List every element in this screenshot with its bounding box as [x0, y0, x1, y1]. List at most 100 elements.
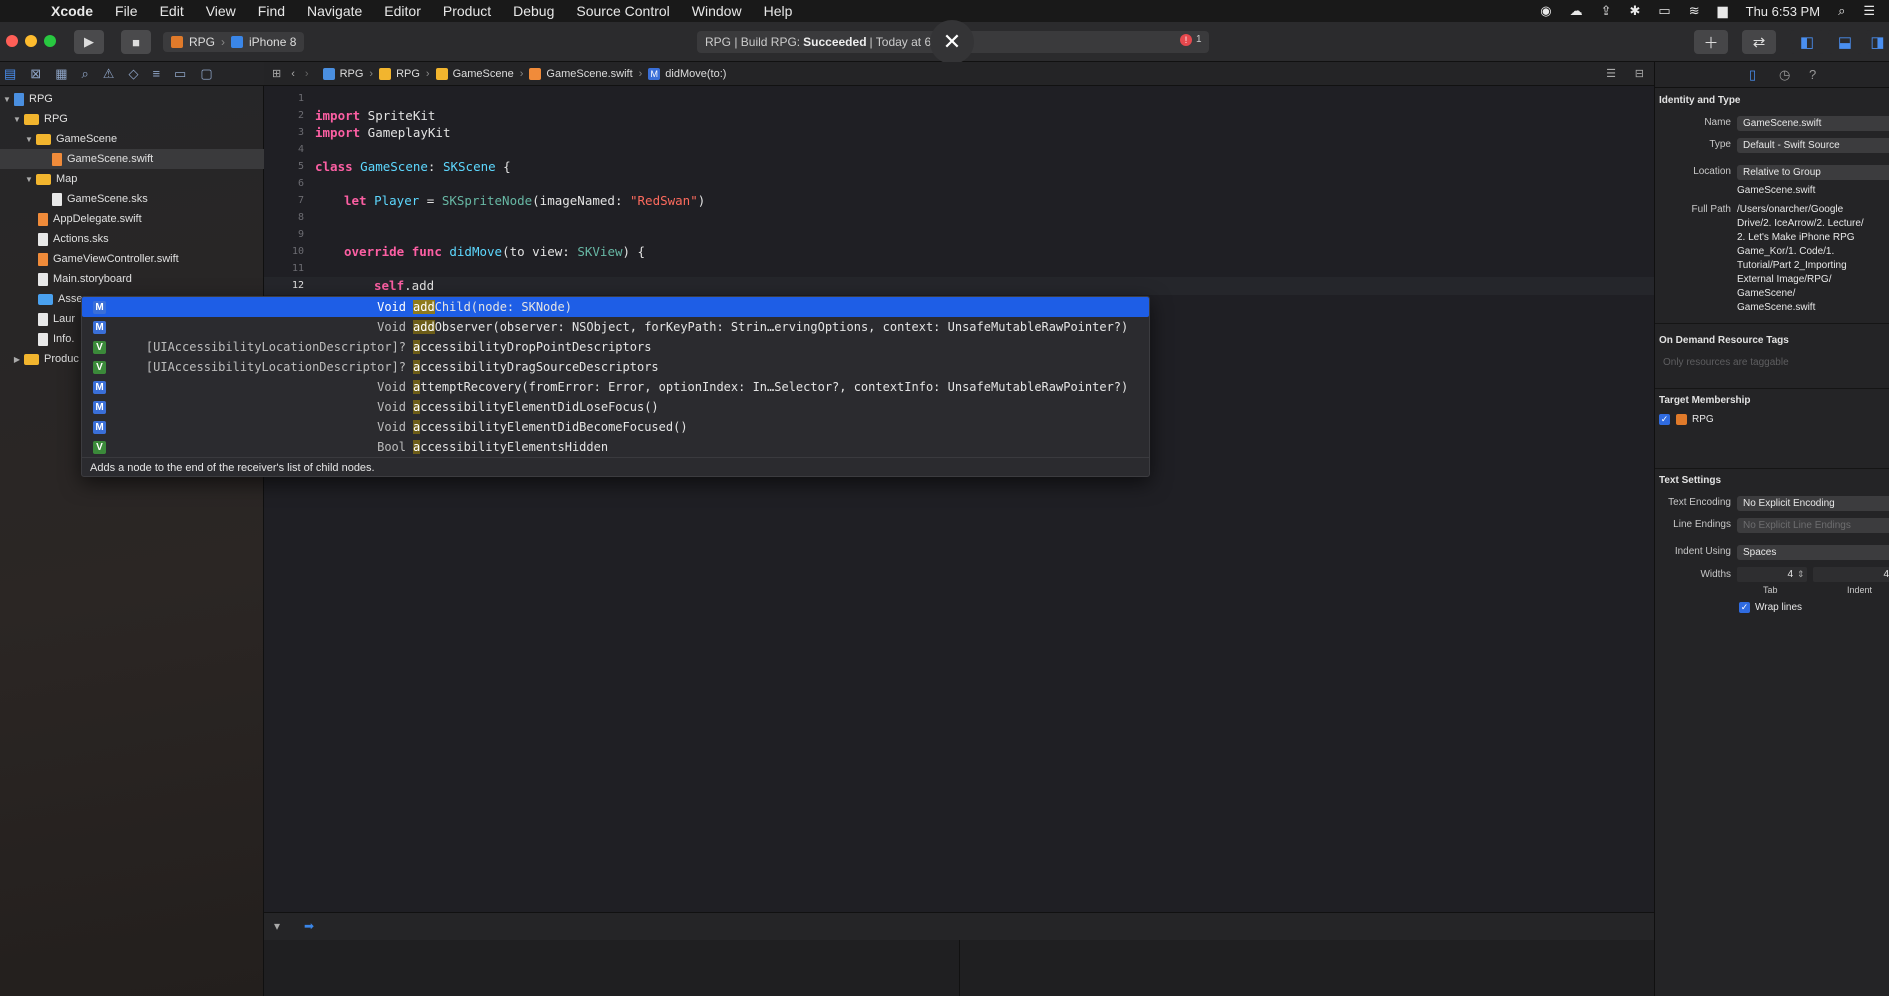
source-control-navigator-icon[interactable]: ⊠	[30, 66, 41, 82]
menu-edit[interactable]: Edit	[149, 3, 195, 19]
back-arrow-icon[interactable]: ‹	[291, 68, 295, 80]
nav-row-actions-sks[interactable]: Actions.sks	[0, 229, 264, 249]
spotlight-search-icon[interactable]: ⌕	[1838, 3, 1845, 19]
completion-item[interactable]: V [UIAccessibilityLocationDescriptor]? a…	[82, 357, 1149, 377]
nav-row-gameviewcontroller[interactable]: GameViewController.swift	[0, 249, 264, 269]
completion-item[interactable]: V Bool accessibilityElementsHidden	[82, 437, 1149, 457]
related-items-icon[interactable]: ⊞	[272, 67, 281, 80]
code-keyword: import	[315, 125, 361, 140]
disclosure-open-icon[interactable]: ▼	[24, 135, 34, 144]
stop-button[interactable]: ■	[121, 30, 151, 54]
zoom-window-button[interactable]	[44, 35, 56, 47]
nav-row-main-storyboard[interactable]: Main.storyboard	[0, 269, 264, 289]
nav-row-folder-rpg[interactable]: ▼ RPG	[0, 109, 264, 129]
menu-view[interactable]: View	[195, 3, 247, 19]
nav-row-appdelegate[interactable]: AppDelegate.swift	[0, 209, 264, 229]
indent-width-field[interactable]: 4	[1813, 567, 1889, 582]
disclosure-open-icon[interactable]: ▼	[24, 175, 34, 184]
breadcrumb-folder-gamescene[interactable]: GameScene	[435, 67, 514, 80]
tags-placeholder[interactable]: Only resources are taggable	[1663, 357, 1789, 368]
nav-row-folder-gamescene[interactable]: ▼ GameScene	[0, 129, 264, 149]
target-rpg-checkbox[interactable]: ✓	[1659, 414, 1670, 425]
close-window-button[interactable]	[6, 35, 18, 47]
disclosure-open-icon[interactable]: ▼	[12, 115, 22, 124]
notification-center-icon[interactable]: ☰	[1863, 3, 1875, 19]
toggle-debug-area-button[interactable]: ⬓	[1828, 30, 1862, 54]
completion-item[interactable]: M Void addChild(node: SKNode)	[82, 297, 1149, 317]
toggle-inspector-button[interactable]: ◨	[1866, 30, 1889, 54]
menu-file[interactable]: File	[104, 3, 149, 19]
breakpoints-toggle-icon[interactable]: ➡	[304, 919, 314, 933]
completion-item[interactable]: M Void attemptRecovery(fromError: Error,…	[82, 377, 1149, 397]
stepper-icon[interactable]: ⇕	[1797, 569, 1805, 580]
nav-row-folder-map[interactable]: ▼ Map	[0, 169, 264, 189]
code-keyword: func	[404, 244, 442, 259]
menu-source-control[interactable]: Source Control	[565, 3, 680, 19]
toggle-navigator-button[interactable]: ◧	[1790, 30, 1824, 54]
editor-options-icon[interactable]: ☰	[1606, 67, 1616, 80]
flag-icon[interactable]: ▆	[1718, 3, 1728, 19]
project-navigator-icon[interactable]: ▤	[4, 66, 16, 82]
quick-help-icon[interactable]: ?	[1809, 67, 1816, 82]
nav-row-gamescene-swift[interactable]: GameScene.swift	[0, 149, 264, 169]
file-type-popup[interactable]: Default - Swift Source	[1737, 138, 1889, 153]
completion-item[interactable]: M Void addObserver(observer: NSObject, f…	[82, 317, 1149, 337]
bluetooth-icon[interactable]: ✱	[1630, 3, 1641, 19]
minimize-window-button[interactable]	[25, 35, 37, 47]
symbol-navigator-icon[interactable]: ▦	[55, 66, 67, 82]
find-navigator-icon[interactable]: ⌕	[82, 66, 89, 82]
run-button[interactable]: ▶	[74, 30, 104, 54]
wrap-lines-checkbox[interactable]: ✓	[1739, 602, 1750, 613]
menu-find[interactable]: Find	[247, 3, 296, 19]
library-button[interactable]: ＋	[1694, 30, 1728, 54]
source-editor[interactable]: 1 2 3 4 5 6 7 8 9 10 11 12 import Sprite…	[264, 86, 1654, 912]
disclosure-closed-icon[interactable]: ▶	[12, 355, 22, 364]
completion-item[interactable]: M Void accessibilityElementDidBecomeFocu…	[82, 417, 1149, 437]
completion-item[interactable]: M Void accessibilityElementDidLoseFocus(…	[82, 397, 1149, 417]
airplay-icon[interactable]: ▭	[1658, 3, 1670, 19]
nav-row-project[interactable]: ▼ RPG	[0, 89, 264, 109]
indent-using-popup[interactable]: Spaces	[1737, 545, 1889, 560]
line-endings-popup[interactable]: No Explicit Line Endings	[1737, 518, 1889, 533]
menu-navigate[interactable]: Navigate	[296, 3, 373, 19]
disclosure-open-icon[interactable]: ▼	[2, 95, 12, 104]
code-line: let Player = SKSpriteNode(imageNamed: "R…	[344, 193, 705, 208]
menu-debug[interactable]: Debug	[502, 3, 565, 19]
menu-help[interactable]: Help	[753, 3, 804, 19]
menu-editor[interactable]: Editor	[373, 3, 432, 19]
nav-row-gamescene-sks[interactable]: GameScene.sks	[0, 189, 264, 209]
file-inspector-icon[interactable]: ▯	[1749, 67, 1756, 83]
cloud-upload-icon[interactable]: ⇪	[1601, 3, 1612, 19]
line-number: 8	[297, 212, 304, 223]
forward-arrow-icon[interactable]: ›	[305, 68, 309, 80]
breadcrumb-method[interactable]: MdidMove(to:)	[648, 67, 726, 80]
breadcrumb-file[interactable]: GameScene.swift	[529, 67, 633, 80]
name-field[interactable]: GameScene.swift	[1737, 116, 1889, 131]
scheme-selector[interactable]: RPG › iPhone 8	[163, 32, 305, 52]
breakpoint-navigator-icon[interactable]: ▭	[174, 66, 186, 82]
debug-navigator-icon[interactable]: ≡	[152, 66, 160, 81]
cloud-sync-icon[interactable]: ☁	[1570, 3, 1583, 19]
menu-window[interactable]: Window	[681, 3, 753, 19]
breadcrumb-folder-rpg[interactable]: RPG	[379, 67, 420, 80]
menu-product[interactable]: Product	[432, 3, 502, 19]
completion-item[interactable]: V [UIAccessibilityLocationDescriptor]? a…	[82, 337, 1149, 357]
hide-debug-area-icon[interactable]: ▾	[274, 919, 280, 933]
clock-label[interactable]: Thu 6:53 PM	[1746, 4, 1820, 19]
record-icon[interactable]: ◉	[1540, 3, 1551, 19]
code-review-button[interactable]: ⇄	[1742, 30, 1776, 54]
issue-navigator-icon[interactable]: ⚠	[103, 66, 115, 82]
report-navigator-icon[interactable]: ▢	[200, 66, 212, 82]
breadcrumb-project[interactable]: RPG	[322, 67, 363, 80]
add-editor-icon[interactable]: ⊟	[1635, 67, 1644, 80]
history-inspector-icon[interactable]: ◷	[1779, 67, 1790, 83]
close-overlay-button[interactable]: ✕	[930, 20, 974, 64]
wifi-icon[interactable]: ≋	[1689, 3, 1700, 19]
debug-split-divider[interactable]	[959, 940, 960, 996]
menu-xcode[interactable]: Xcode	[40, 3, 104, 19]
text-encoding-popup[interactable]: No Explicit Encoding	[1737, 496, 1889, 511]
error-badge-icon[interactable]: !	[1180, 34, 1192, 46]
error-count[interactable]: 1	[1196, 34, 1202, 45]
location-popup[interactable]: Relative to Group	[1737, 165, 1889, 180]
test-navigator-icon[interactable]: ◇	[128, 66, 138, 82]
